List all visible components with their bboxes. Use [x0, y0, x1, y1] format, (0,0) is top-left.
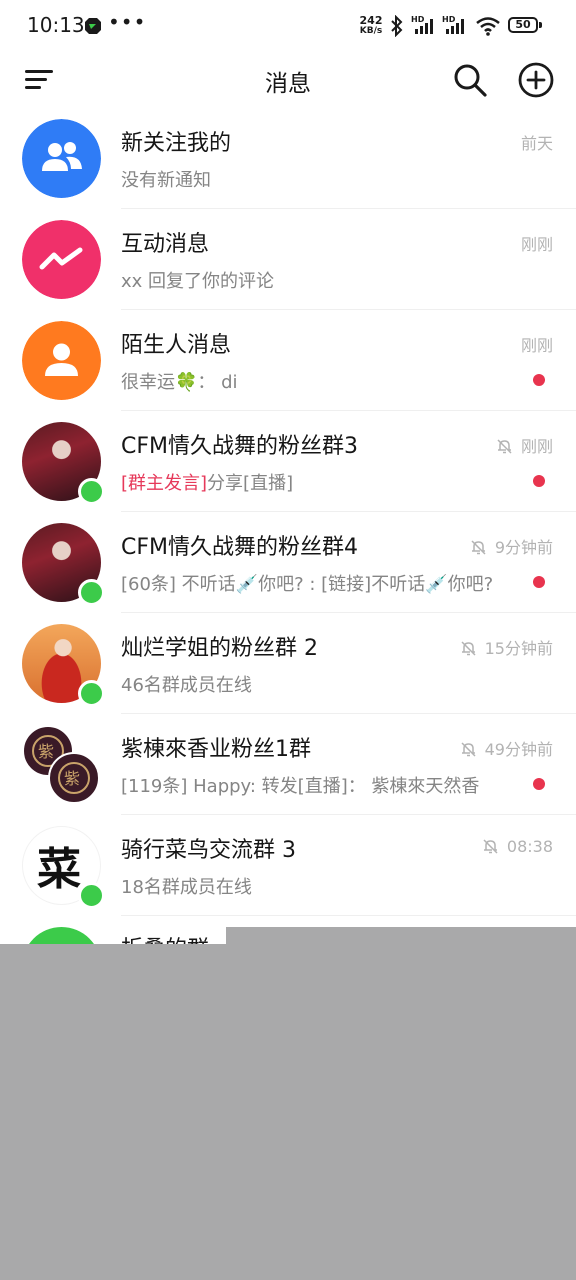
- avatar: [22, 321, 101, 400]
- conversation-item-new-followers[interactable]: 新关注我的 没有新通知 前天: [0, 108, 576, 209]
- conversation-item-interactions[interactable]: 互动消息 xx 回复了你的评论 刚刚: [0, 209, 576, 310]
- conversation-item-cfm-group-3[interactable]: CFM情久战舞的粉丝群3 [群主发言]分享[直播] 刚刚: [0, 411, 576, 512]
- online-indicator: [78, 882, 105, 909]
- add-circle-icon[interactable]: [517, 61, 555, 99]
- avatar: [22, 119, 101, 198]
- conversation-time: 刚刚: [496, 433, 553, 457]
- preview-text: 分享[直播]: [207, 473, 294, 494]
- gray-overlay: [0, 944, 576, 1280]
- conversation-item-strangers[interactable]: 陌生人消息 很幸运🍀： di 刚刚: [0, 310, 576, 411]
- search-icon[interactable]: [452, 62, 488, 98]
- conversation-time: 15分钟前: [460, 635, 553, 659]
- page-title: 消息: [265, 71, 311, 97]
- signal-1-icon: HD: [411, 15, 433, 34]
- bluetooth-icon: [391, 15, 403, 37]
- seal-char-2: 紫: [64, 769, 81, 788]
- conversation-list: 新关注我的 没有新通知 前天 互动消息 xx 回复了你的评论 刚刚 陌生人消息 …: [0, 108, 576, 916]
- calligraphy-char: 菜: [37, 844, 81, 895]
- svg-text:HD: HD: [442, 15, 456, 24]
- conversation-preview: [群主发言]分享[直播]: [121, 469, 521, 495]
- unread-dot: [533, 374, 545, 386]
- conversation-title: 骑行菜鸟交流群 3: [121, 838, 296, 863]
- online-indicator: [78, 579, 105, 606]
- unread-dot: [533, 778, 545, 790]
- status-bar: 10:13 ••• 242 KB/s HD HD 50: [0, 0, 576, 54]
- unread-dot: [533, 475, 545, 487]
- conversation-time-text: 刚刚: [520, 437, 553, 456]
- network-speed: 242 KB/s: [356, 15, 386, 37]
- svg-text:HD: HD: [411, 15, 425, 24]
- signal-2-icon: HD: [442, 15, 464, 34]
- network-speed-value: 242: [359, 14, 383, 27]
- battery-indicator: 50: [508, 17, 538, 33]
- conversation-title: 灿烂学姐的粉丝群 2: [121, 636, 318, 661]
- conversation-time-text: 49分钟前: [484, 740, 553, 759]
- conversation-preview: 很幸运🍀： di: [121, 372, 238, 393]
- avatar: 紫 紫: [22, 725, 101, 804]
- conversation-preview: 没有新通知: [121, 170, 211, 191]
- app-notification-icon: [85, 18, 101, 34]
- conversation-time-text: 9分钟前: [494, 538, 553, 557]
- conversation-title: CFM情久战舞的粉丝群3: [121, 434, 358, 459]
- mute-bell-icon: [483, 839, 498, 854]
- app-header: 消息: [0, 54, 576, 106]
- avatar: [22, 624, 105, 707]
- avatar: [22, 523, 105, 606]
- conversation-time-text: 08:38: [506, 837, 553, 856]
- conversation-preview: 46名群成员在线: [121, 675, 252, 696]
- avatar: 菜: [22, 826, 105, 909]
- online-indicator: [78, 478, 105, 505]
- conversation-preview: 18名群成员在线: [121, 877, 252, 898]
- avatar: [22, 220, 101, 299]
- followers-avatar-icon: [22, 119, 101, 198]
- conversation-title: CFM情久战舞的粉丝群4: [121, 535, 358, 560]
- seal-char-1: 紫: [38, 742, 55, 761]
- preview-highlight: [群主发言]: [121, 473, 208, 494]
- conversation-title: 陌生人消息: [121, 333, 232, 358]
- stranger-avatar-icon: [22, 321, 101, 400]
- conversation-time: 49分钟前: [460, 736, 553, 760]
- wifi-icon: [476, 17, 500, 36]
- mute-bell-icon: [461, 641, 476, 656]
- mute-bell-icon: [461, 742, 476, 757]
- divider: [121, 915, 576, 916]
- conversation-preview: xx 回复了你的评论: [121, 271, 275, 292]
- conversation-item-canlan-group[interactable]: 灿烂学姐的粉丝群 2 46名群成员在线 15分钟前: [0, 613, 576, 714]
- mute-bell-icon: [497, 439, 512, 454]
- conversation-time: 刚刚: [520, 235, 553, 254]
- conversation-title: 紫棟來香业粉丝1群: [121, 737, 311, 762]
- conversation-time: 9分钟前: [470, 534, 553, 558]
- status-time: 10:13: [27, 13, 85, 37]
- mute-bell-icon: [471, 540, 486, 555]
- status-more-dots: •••: [108, 10, 147, 34]
- battery-tip: [539, 22, 542, 28]
- conversation-time: 刚刚: [520, 336, 553, 355]
- interaction-avatar-icon: [22, 220, 101, 299]
- conversation-time: 前天: [520, 134, 553, 153]
- conversation-preview: [60条] 不听话💉你吧? : [链接]不听话💉你吧?: [121, 574, 494, 595]
- conversation-time-text: 15分钟前: [484, 639, 553, 658]
- conversation-preview: [119条] Happy: 转发[直播]： 紫棟來天然香: [121, 776, 480, 797]
- network-speed-unit: KB/s: [359, 26, 383, 36]
- conversation-time: 08:38: [482, 837, 553, 856]
- unread-dot: [533, 576, 545, 588]
- avatar: [22, 422, 105, 505]
- conversation-item-zidong-group[interactable]: 紫 紫 紫棟來香业粉丝1群 [119条] Happy: 转发[直播]： 紫棟來天…: [0, 714, 576, 815]
- conversation-item-cycling-group[interactable]: 菜 骑行菜鸟交流群 3 18名群成员在线 08:38: [0, 815, 576, 916]
- conversation-title: 新关注我的: [121, 131, 232, 156]
- conversation-title: 互动消息: [121, 232, 210, 257]
- online-indicator: [78, 680, 105, 707]
- conversation-item-cfm-group-4[interactable]: CFM情久战舞的粉丝群4 [60条] 不听话💉你吧? : [链接]不听话💉你吧?…: [0, 512, 576, 613]
